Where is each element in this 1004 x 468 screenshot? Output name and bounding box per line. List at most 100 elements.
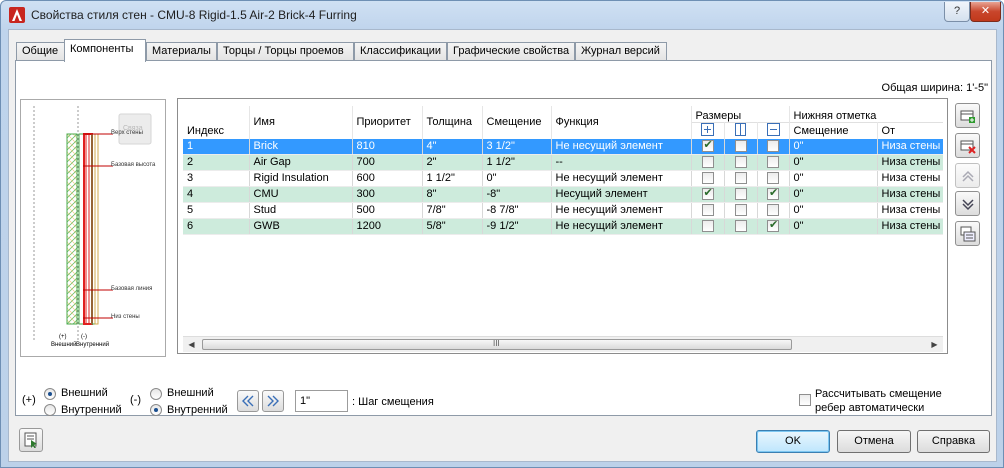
cell-thickness[interactable]: 4" [422,138,483,155]
table-row[interactable]: 6GWB12005/8"-9 1/2"Не несущий элемент 0"Н… [183,218,943,235]
col-header-offset[interactable]: Смещение [482,106,552,139]
minus-inner-radio[interactable] [150,404,162,416]
dimension-checkbox[interactable] [767,204,779,217]
dimension-checkbox[interactable] [734,220,747,233]
add-component-button[interactable] [955,103,980,128]
dimension-checkbox[interactable] [734,156,747,169]
cell-be-offset[interactable]: 0" [789,186,878,203]
cell-be-from[interactable]: Низа стены [877,170,943,187]
offset-right-button[interactable] [262,390,284,412]
dimension-checkbox[interactable] [734,172,747,185]
cell-thickness[interactable]: 1 1/2" [422,170,483,187]
table-row[interactable]: 2 Air Gap 700 2" 1 1/2" -- 0" Низа стены [183,154,943,171]
title-help-button[interactable]: ? [944,2,970,22]
cell-priority[interactable]: 700 [352,154,423,171]
plus-outer-label[interactable]: Внешний [61,387,108,399]
col-header-be-from[interactable]: От [877,122,943,139]
dimension-checkbox[interactable] [701,187,714,201]
cell-index[interactable]: 3 [183,170,250,187]
cell-function[interactable]: Не несущий элемент [551,218,692,235]
cell-offset[interactable]: 3 1/2" [482,138,552,155]
cell-index[interactable]: 2 [183,154,250,171]
offset-left-button[interactable] [237,390,259,412]
col-header-bottom-elevation[interactable]: Нижняя отметка [789,106,943,123]
table-row[interactable]: 4CMU3008"-8"Несущий элемент 0"Низа стены [183,186,943,203]
auto-calc-label-line2[interactable]: ребер автоматически [815,402,924,414]
cell-name[interactable]: Rigid Insulation [249,170,353,187]
cell-function[interactable]: -- [551,154,692,171]
scroll-left-icon[interactable]: ◀ [185,339,198,351]
table-row[interactable]: 5 Stud 500 7/8" -8 7/8" Не несущий элемент 0" Н… [183,202,943,219]
table-row[interactable]: 3 Rigid Insulation 600 1 1/2" 0" Не несущий э… [183,170,943,187]
col-header-thickness[interactable]: Толщина [422,106,483,139]
cell-offset[interactable]: 0" [482,170,552,187]
col-header-function[interactable]: Функция [551,106,692,139]
dimension-checkbox[interactable] [734,188,747,201]
tab-materials[interactable]: Материалы [146,42,217,61]
cell-thickness[interactable]: 2" [422,154,483,171]
tab-display-props[interactable]: Графические свойства [447,42,575,61]
cell-be-from[interactable]: Низа стены [877,186,943,203]
dimension-checkbox[interactable] [734,204,747,217]
tab-endcaps[interactable]: Торцы / Торцы проемов [217,42,354,61]
move-down-button[interactable] [955,191,980,216]
cell-function[interactable]: Несущий элемент [551,186,692,203]
remove-component-button[interactable] [955,133,980,158]
component-details-button[interactable] [955,221,980,246]
dim-outer-face-header[interactable] [691,122,725,139]
tab-version-history[interactable]: Журнал версий [575,42,667,61]
dimension-checkbox[interactable] [734,139,747,152]
dimension-checkbox[interactable] [767,219,779,233]
minus-outer-radio[interactable] [150,388,162,400]
auto-calc-checkbox[interactable] [799,394,811,406]
scroll-thumb[interactable]: III [202,339,792,350]
select-components-button[interactable] [19,428,43,452]
cell-index[interactable]: 4 [183,186,250,203]
cell-be-from[interactable]: Низа стены [877,218,943,235]
dim-inner-face-header[interactable] [757,122,790,139]
tab-components[interactable]: Компоненты [64,39,146,62]
dimension-checkbox[interactable] [701,220,714,233]
cell-priority[interactable]: 1200 [352,218,423,235]
dimension-checkbox[interactable] [767,187,779,201]
col-header-index[interactable]: Индекс [183,106,250,139]
tab-general[interactable]: Общие [16,42,65,61]
cell-index[interactable]: 5 [183,202,250,219]
plus-outer-radio[interactable] [44,388,56,400]
cell-priority[interactable]: 600 [352,170,423,187]
tab-classifications[interactable]: Классификации [354,42,447,61]
cell-function[interactable]: Не несущий элемент [551,170,692,187]
help-button[interactable]: Справка [917,430,990,453]
cell-be-offset[interactable]: 0" [789,154,878,171]
plus-inner-radio[interactable] [44,404,56,416]
cell-priority[interactable]: 500 [352,202,423,219]
cell-be-offset[interactable]: 0" [789,170,878,187]
dimension-checkbox[interactable] [701,172,714,185]
col-header-priority[interactable]: Приоритет [352,106,423,139]
table-row[interactable]: 1Brick8104"3 1/2"Не несущий элемент 0"Низ… [183,138,943,155]
col-header-be-offset[interactable]: Смещение [789,122,878,139]
cell-name[interactable]: Stud [249,202,353,219]
cell-priority[interactable]: 810 [352,138,423,155]
cell-be-offset[interactable]: 0" [789,138,878,155]
cell-function[interactable]: Не несущий элемент [551,138,692,155]
cell-function[interactable]: Не несущий элемент [551,202,692,219]
cell-offset[interactable]: -9 1/2" [482,218,552,235]
dimension-checkbox[interactable] [701,156,714,169]
cell-index[interactable]: 6 [183,218,250,235]
cell-be-from[interactable]: Низа стены [877,202,943,219]
dimension-checkbox[interactable] [767,156,779,169]
minus-inner-label[interactable]: Внутренний [167,404,228,416]
col-header-dimensions[interactable]: Размеры [691,106,790,123]
dimension-checkbox[interactable] [701,204,714,217]
cell-offset[interactable]: -8 7/8" [482,202,552,219]
cell-thickness[interactable]: 7/8" [422,202,483,219]
dim-center-header[interactable] [724,122,758,139]
cell-name[interactable]: CMU [249,186,353,203]
cell-name[interactable]: Air Gap [249,154,353,171]
grid-horizontal-scrollbar[interactable]: ◀ III ▶ [183,336,943,352]
auto-calc-label-line1[interactable]: Рассчитывать смещение [815,388,942,400]
cell-be-offset[interactable]: 0" [789,218,878,235]
cell-thickness[interactable]: 5/8" [422,218,483,235]
cell-be-offset[interactable]: 0" [789,202,878,219]
